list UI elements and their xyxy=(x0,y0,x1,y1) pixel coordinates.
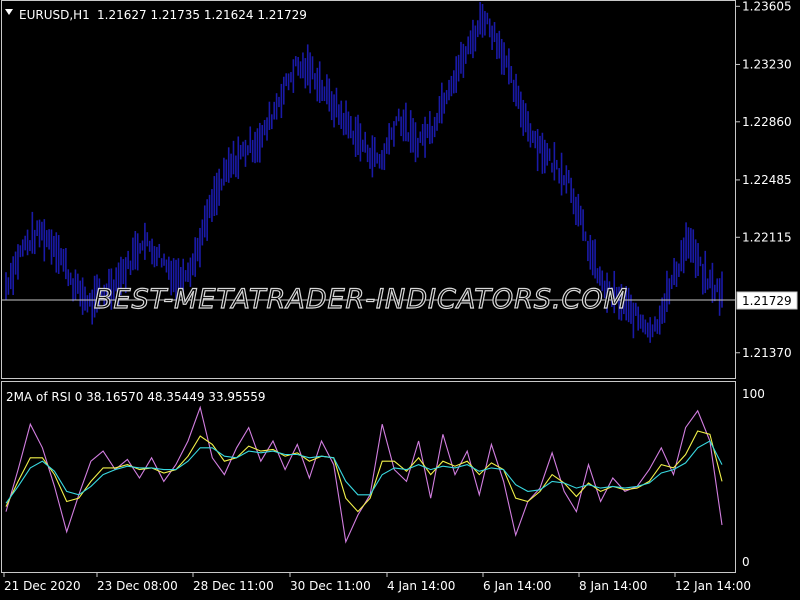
price-panel-frame xyxy=(1,0,736,379)
last-price-label: 1.21729 xyxy=(742,294,792,308)
time-tick-label: 30 Dec 11:00 xyxy=(290,579,371,593)
price-tick-label: 1.22115 xyxy=(742,230,792,244)
last-price-tag: 1.21729 xyxy=(736,291,798,310)
indicator-series-line xyxy=(5,405,723,544)
price-tick-label: 1.23605 xyxy=(742,0,792,13)
indicator-series-line xyxy=(5,440,723,504)
rsi-lines xyxy=(5,405,723,544)
price-tick-label: 1.21370 xyxy=(742,346,792,360)
time-tick-label: 23 Dec 08:00 xyxy=(97,579,178,593)
indicator-panel-frame xyxy=(1,381,736,573)
indicator-axis: 100 0 xyxy=(742,387,765,569)
price-tick-label: 1.22860 xyxy=(742,115,792,129)
indicator-title: 2MA of RSI 0 38.16570 48.35449 33.95559 xyxy=(6,390,266,404)
time-tick-label: 28 Dec 11:00 xyxy=(193,579,274,593)
chart-canvas: BEST-METATRADER-INDICATORS.COM 1.23605 1.… xyxy=(1,0,798,593)
time-tick-label: 6 Jan 14:00 xyxy=(483,579,551,593)
time-tick-label: 4 Jan 14:00 xyxy=(387,579,455,593)
indicator-tick-label: 100 xyxy=(742,387,765,401)
price-tick-label: 1.22485 xyxy=(742,173,792,187)
indicator-series-line xyxy=(5,430,723,513)
ohlc-values: 1.21627 1.21735 1.21624 1.21729 xyxy=(97,8,307,22)
price-tick-label: 1.23230 xyxy=(742,57,792,71)
time-tick-label: 12 Jan 14:00 xyxy=(675,579,751,593)
indicator-tick-label: 0 xyxy=(742,555,750,569)
symbol-label: EURUSD,H1 xyxy=(19,8,90,22)
time-axis: 21 Dec 2020 23 Dec 08:00 28 Dec 11:00 30 De… xyxy=(3,573,751,593)
chart-header: EURUSD,H1 1.21627 1.21735 1.21624 1.2172… xyxy=(5,8,307,22)
time-tick-label: 8 Jan 14:00 xyxy=(579,579,647,593)
time-tick-label: 21 Dec 2020 xyxy=(4,579,81,593)
triangle-down-icon[interactable] xyxy=(5,9,13,15)
watermark: BEST-METATRADER-INDICATORS.COM xyxy=(94,284,628,315)
